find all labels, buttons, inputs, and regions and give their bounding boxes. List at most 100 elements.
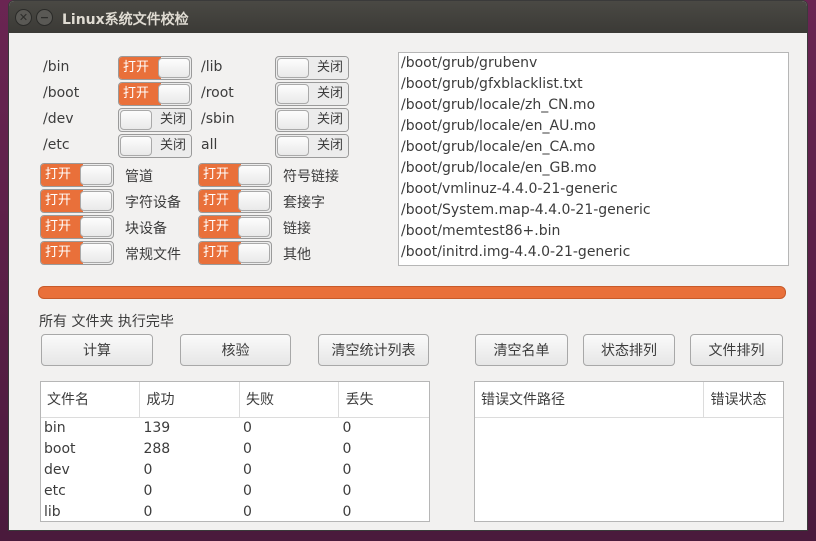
status-text: 所有 文件夹 执行完毕 [39, 314, 174, 330]
type-pipe-toggle[interactable]: 打开 [40, 163, 114, 187]
stats-table[interactable]: 文件名 成功 失败 丢失 bin 139 0 0 boot 288 0 0 dev 0 0 0 etc 0… [40, 381, 430, 522]
toggle-on-text: 打开 [41, 216, 83, 238]
toggle-on-text: 打开 [119, 83, 161, 105]
dir-bin-label: /bin [43, 59, 70, 75]
type-symlink-label: 符号链接 [283, 169, 339, 185]
toggle-knob[interactable] [80, 243, 112, 263]
type-block-device-label: 块设备 [125, 221, 167, 237]
file-list-item[interactable]: /boot/memtest86+.bin [399, 221, 788, 242]
dir-sbin-toggle[interactable]: 关闭 [275, 108, 349, 132]
dir-root-label: /root [201, 85, 234, 101]
toggle-on-text: 打开 [199, 164, 241, 186]
dir-all-toggle[interactable]: 关闭 [275, 134, 349, 158]
file-list-item[interactable]: /boot/grub/locale/en_GB.mo [399, 158, 788, 179]
toggle-knob[interactable] [238, 191, 270, 211]
table-row[interactable]: boot 288 0 0 [41, 439, 429, 460]
toggle-knob[interactable] [80, 191, 112, 211]
table-cell: 0 [143, 504, 153, 520]
stats-table-header: 文件名 成功 失败 丢失 [41, 382, 429, 418]
toggle-knob[interactable] [277, 110, 309, 130]
file-list-item[interactable]: /boot/grub/locale/zh_CN.mo [399, 95, 788, 116]
table-cell: 0 [342, 420, 352, 436]
table-row[interactable]: bin 139 0 0 [41, 418, 429, 439]
dir-etc-toggle[interactable]: 关闭 [118, 134, 192, 158]
toggle-knob[interactable] [120, 136, 152, 156]
type-char-device-toggle[interactable]: 打开 [40, 189, 114, 213]
error-table-header: 错误文件路径 错误状态 [475, 382, 783, 418]
column-header-success[interactable]: 成功 [140, 382, 240, 417]
file-list-item[interactable]: /boot/vmlinuz-4.4.0-21-generic [399, 179, 788, 200]
table-cell: dev [44, 462, 70, 478]
minimize-icon[interactable]: − [36, 9, 53, 26]
type-link-toggle[interactable]: 打开 [198, 215, 272, 239]
file-list[interactable]: /boot/grub/grubenv/boot/grub/gfxblacklis… [398, 52, 789, 266]
type-symlink-toggle[interactable]: 打开 [198, 163, 272, 187]
toggle-on-text: 打开 [199, 190, 241, 212]
type-link-label: 链接 [283, 221, 311, 237]
toggle-knob[interactable] [277, 58, 309, 78]
sort-status-button[interactable]: 状态排列 [583, 334, 675, 366]
table-cell: 0 [242, 441, 252, 457]
file-list-item[interactable]: /boot/grub/locale/en_CA.mo [399, 137, 788, 158]
toggle-knob[interactable] [120, 110, 152, 130]
dir-boot-label: /boot [43, 85, 80, 101]
toggle-on-text: 打开 [199, 242, 241, 264]
compute-button[interactable]: 计算 [41, 334, 153, 366]
type-block-device-toggle[interactable]: 打开 [40, 215, 114, 239]
toggle-knob[interactable] [238, 243, 270, 263]
toggle-off-text: 关闭 [308, 57, 348, 79]
column-header-filename[interactable]: 文件名 [41, 382, 141, 417]
clear-stats-button[interactable]: 清空统计列表 [318, 334, 429, 366]
type-pipe-label: 管道 [125, 169, 153, 185]
column-header-error-path[interactable]: 错误文件路径 [475, 382, 705, 417]
table-cell: 0 [143, 462, 153, 478]
toggle-knob[interactable] [80, 217, 112, 237]
verify-button[interactable]: 核验 [180, 334, 291, 366]
close-icon[interactable]: ✕ [15, 9, 32, 26]
dir-boot-toggle[interactable]: 打开 [118, 82, 192, 106]
toggle-off-text: 关闭 [308, 135, 348, 157]
toggle-on-text: 打开 [41, 242, 83, 264]
dir-dev-label: /dev [43, 111, 74, 127]
toggle-on-text: 打开 [41, 190, 83, 212]
clear-list-button[interactable]: 清空名单 [475, 334, 568, 366]
toggle-knob[interactable] [277, 136, 309, 156]
toggle-knob[interactable] [158, 84, 190, 104]
toggle-knob[interactable] [80, 165, 112, 185]
type-socket-toggle[interactable]: 打开 [198, 189, 272, 213]
table-row[interactable]: lib 0 0 0 [41, 502, 429, 521]
dir-root-toggle[interactable]: 关闭 [275, 82, 349, 106]
table-cell: 288 [143, 441, 171, 457]
toggle-off-text: 关闭 [151, 109, 191, 131]
table-cell: 0 [242, 420, 252, 436]
column-header-error-status[interactable]: 错误状态 [704, 382, 783, 417]
column-header-missing[interactable]: 丢失 [339, 382, 429, 417]
dir-dev-toggle[interactable]: 关闭 [118, 108, 192, 132]
sort-file-button[interactable]: 文件排列 [690, 334, 783, 366]
table-cell: lib [44, 504, 61, 520]
dir-bin-toggle[interactable]: 打开 [118, 56, 192, 80]
table-row[interactable]: dev 0 0 0 [41, 460, 429, 481]
file-list-item[interactable]: /boot/initrd.img-4.4.0-21-generic [399, 242, 788, 263]
dir-lib-label: /lib [201, 59, 223, 75]
error-table[interactable]: 错误文件路径 错误状态 [474, 381, 784, 522]
file-list-item[interactable]: /boot/grub/grubenv [399, 53, 788, 74]
type-other-toggle[interactable]: 打开 [198, 241, 272, 265]
toggle-knob[interactable] [238, 165, 270, 185]
toggle-knob[interactable] [277, 84, 309, 104]
file-list-item[interactable]: /boot/grub/locale/en_AU.mo [399, 116, 788, 137]
dir-lib-toggle[interactable]: 关闭 [275, 56, 349, 80]
type-socket-label: 套接字 [283, 195, 325, 211]
dir-all-label: all [201, 137, 218, 153]
toggle-knob[interactable] [238, 217, 270, 237]
file-list-item[interactable]: /boot/grub/gfxblacklist.txt [399, 74, 788, 95]
type-regular-file-toggle[interactable]: 打开 [40, 241, 114, 265]
column-header-fail[interactable]: 失败 [240, 382, 340, 417]
toggle-knob[interactable] [158, 58, 190, 78]
file-list-item[interactable]: /boot/System.map-4.4.0-21-generic [399, 200, 788, 221]
window-title: Linux系统文件校检 [62, 12, 189, 28]
table-cell: 0 [342, 441, 352, 457]
toggle-on-text: 打开 [41, 164, 83, 186]
table-cell: 0 [242, 483, 252, 499]
table-row[interactable]: etc 0 0 0 [41, 481, 429, 502]
